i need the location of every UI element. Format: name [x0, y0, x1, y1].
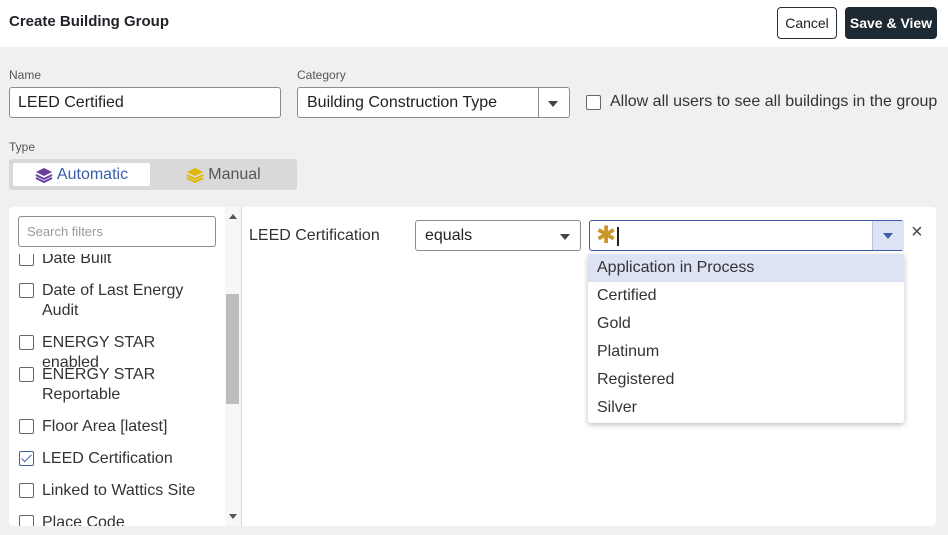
asterisk-icon: ✱ — [596, 222, 617, 249]
filter-checkbox[interactable] — [19, 367, 34, 382]
value-dropdown-toggle[interactable] — [872, 221, 904, 250]
value-select[interactable]: ✱ — [589, 220, 904, 251]
scroll-down-icon[interactable] — [229, 514, 237, 519]
operator-select[interactable]: equals — [415, 220, 581, 251]
filter-item-label: Linked to Wattics Site — [42, 482, 196, 499]
scrollbar-thumb[interactable] — [226, 294, 239, 404]
chevron-down-icon — [548, 101, 558, 107]
cancel-button[interactable]: Cancel — [777, 7, 837, 39]
type-automatic-label: Automatic — [56, 165, 129, 183]
filter-item-label: ENERGY STAR Reportable — [42, 366, 156, 403]
filter-item-label: Place Code — [42, 514, 125, 526]
filter-item-floor-area-latest[interactable]: Floor Area [latest] — [19, 417, 214, 437]
filter-item-label: Floor Area [latest] — [42, 418, 168, 435]
allow-all-checkbox[interactable] — [586, 95, 601, 110]
filter-checkbox[interactable] — [19, 335, 34, 350]
category-value: Building Construction Type — [307, 94, 498, 111]
filters-panel: Date Built Date of Last Energy Audit ENE… — [9, 207, 936, 526]
type-manual-option[interactable]: Manual — [154, 163, 293, 186]
filter-scrollbar[interactable] — [225, 207, 241, 526]
rule-field-label: LEED Certification — [249, 227, 380, 244]
chevron-down-icon — [883, 233, 893, 239]
layers-icon — [186, 167, 204, 183]
type-automatic-option[interactable]: Automatic — [13, 163, 150, 186]
layers-icon — [35, 167, 53, 183]
category-select[interactable]: Building Construction Type — [297, 87, 570, 118]
header-bar: Create Building Group Cancel Save & View — [0, 0, 948, 47]
type-manual-label: Manual — [208, 165, 261, 183]
filter-item-label: Date of Last Energy Audit — [42, 282, 184, 319]
option-platinum[interactable]: Platinum — [588, 338, 904, 366]
filter-item-energy-star-reportable[interactable]: ENERGY STAR Reportable — [19, 365, 214, 405]
name-input[interactable]: LEED Certified — [9, 87, 281, 118]
filter-list: Date Built Date of Last Energy Audit ENE… — [9, 207, 242, 526]
type-label: Type — [9, 140, 36, 154]
filter-item-energy-star-enabled[interactable]: ENERGY STAR enabled — [19, 333, 214, 371]
filter-item-leed-certification[interactable]: LEED Certification — [19, 449, 214, 469]
filter-item-label: LEED Certification — [42, 450, 173, 467]
filter-item-place-code[interactable]: Place Code — [19, 513, 214, 526]
chevron-down-icon — [560, 234, 570, 240]
option-gold[interactable]: Gold — [588, 310, 904, 338]
filter-item-date-of-last-energy-audit[interactable]: Date of Last Energy Audit — [19, 281, 214, 321]
option-registered[interactable]: Registered — [588, 366, 904, 394]
text-cursor — [617, 227, 619, 246]
close-icon[interactable]: × — [911, 222, 923, 242]
save-and-view-button[interactable]: Save & View — [845, 7, 937, 39]
option-certified[interactable]: Certified — [588, 282, 904, 310]
option-silver[interactable]: Silver — [588, 394, 904, 422]
name-label: Name — [9, 68, 42, 82]
filter-checkbox[interactable] — [19, 451, 34, 466]
filter-checkbox[interactable] — [19, 283, 34, 298]
filter-item-linked-to-wattics-site[interactable]: Linked to Wattics Site — [19, 481, 214, 501]
allow-all-label: Allow all users to see all buildings in … — [610, 93, 938, 110]
filter-checkbox[interactable] — [19, 419, 34, 434]
category-label: Category — [297, 68, 346, 82]
filter-checkbox[interactable] — [19, 515, 34, 526]
value-options-dropdown: Application in Process Certified Gold Pl… — [588, 254, 904, 423]
option-application-in-process[interactable]: Application in Process — [588, 254, 904, 282]
type-toggle: Automatic Manual — [9, 159, 297, 190]
filter-checkbox[interactable] — [19, 483, 34, 498]
scroll-up-icon[interactable] — [229, 214, 237, 219]
operator-value: equals — [425, 227, 473, 244]
page-title: Create Building Group — [9, 13, 170, 30]
